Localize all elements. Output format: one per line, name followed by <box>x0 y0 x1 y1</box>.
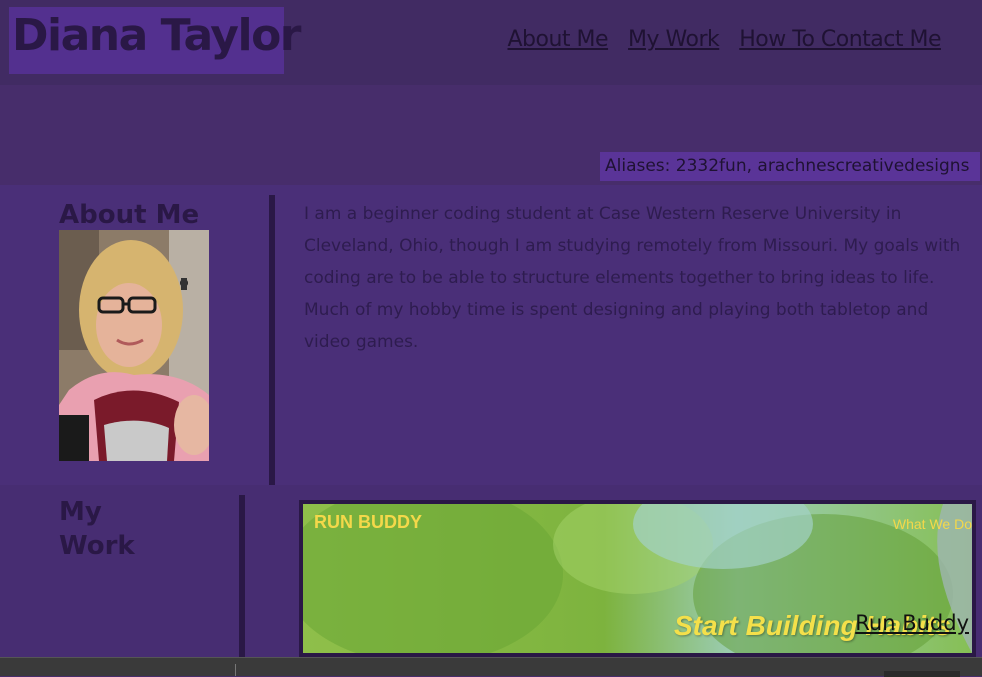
work-section: My Work RUN BUDDY What We Do Start Build… <box>0 485 982 657</box>
about-section: About Me I am a beginner coding student … <box>0 185 982 485</box>
profile-photo-image <box>59 230 209 461</box>
work-title: My Work <box>59 497 135 561</box>
taskbar <box>0 657 982 677</box>
project-logo: RUN BUDDY <box>314 512 422 532</box>
taskbar-button[interactable] <box>884 671 960 677</box>
project-link-run-buddy[interactable]: Run Buddy <box>855 611 969 635</box>
nav-about-me[interactable]: About Me <box>507 27 608 52</box>
site-header: Diana Taylor About Me My Work How To Con… <box>0 0 982 85</box>
main-nav: About Me My Work How To Contact Me <box>507 27 941 52</box>
site-name: Diana Taylor <box>12 10 302 61</box>
about-divider <box>269 195 275 485</box>
work-divider <box>239 495 245 657</box>
nav-contact[interactable]: How To Contact Me <box>739 27 941 52</box>
about-text: I am a beginner coding student at Case W… <box>304 204 961 352</box>
project-nav: What We Do <box>892 516 972 532</box>
project-card-run-buddy[interactable]: RUN BUDDY What We Do Start Building Habi… <box>299 500 976 657</box>
profile-photo <box>59 230 209 461</box>
about-title: About Me <box>59 200 200 230</box>
nav-my-work[interactable]: My Work <box>628 27 720 52</box>
aliases-label: Aliases: 2332fun, arachnescreativedesign… <box>600 152 980 181</box>
site-logo: Diana Taylor <box>9 7 302 74</box>
taskbar-separator <box>235 664 236 676</box>
